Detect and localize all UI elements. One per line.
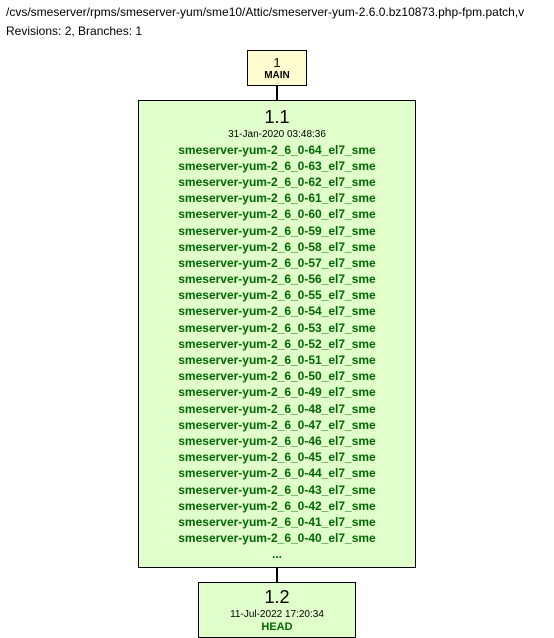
revision-node-1-2[interactable]: 1.2 11-Jul-2022 17:20:34 HEAD xyxy=(198,582,356,638)
revision-tag: smeserver-yum-2_6_0-61_el7_sme xyxy=(147,190,407,206)
revision-tag: smeserver-yum-2_6_0-59_el7_sme xyxy=(147,223,407,239)
branch-node-main[interactable]: 1 MAIN xyxy=(247,50,307,86)
revision-tag: smeserver-yum-2_6_0-53_el7_sme xyxy=(147,320,407,336)
revision-tag: smeserver-yum-2_6_0-58_el7_sme xyxy=(147,239,407,255)
revision-tag: smeserver-yum-2_6_0-54_el7_sme xyxy=(147,303,407,319)
revision-date: 11-Jul-2022 17:20:34 xyxy=(207,609,347,620)
revision-tag: smeserver-yum-2_6_0-50_el7_sme xyxy=(147,368,407,384)
page-header: /cvs/smeserver/rpms/smeserver-yum/sme10/… xyxy=(0,0,554,44)
revision-tag: smeserver-yum-2_6_0-55_el7_sme xyxy=(147,287,407,303)
branch-number: 1 xyxy=(258,55,296,70)
revisions-meta: Revisions: 2, Branches: 1 xyxy=(6,23,548,40)
revision-tag: smeserver-yum-2_6_0-43_el7_sme xyxy=(147,482,407,498)
revision-tag: smeserver-yum-2_6_0-56_el7_sme xyxy=(147,271,407,287)
revision-tag: smeserver-yum-2_6_0-41_el7_sme xyxy=(147,514,407,530)
revision-version: 1.1 xyxy=(147,107,407,128)
revision-tag: smeserver-yum-2_6_0-45_el7_sme xyxy=(147,449,407,465)
revision-tag: smeserver-yum-2_6_0-47_el7_sme xyxy=(147,417,407,433)
revision-tag: smeserver-yum-2_6_0-44_el7_sme xyxy=(147,465,407,481)
revision-node-1-1[interactable]: 1.1 31-Jan-2020 03:48:36 smeserver-yum-2… xyxy=(138,100,416,569)
revision-tag: smeserver-yum-2_6_0-51_el7_sme xyxy=(147,352,407,368)
branch-label: MAIN xyxy=(258,70,296,81)
connector-line xyxy=(276,86,278,100)
revision-tag: smeserver-yum-2_6_0-57_el7_sme xyxy=(147,255,407,271)
revision-tag: smeserver-yum-2_6_0-46_el7_sme xyxy=(147,433,407,449)
revision-tag: smeserver-yum-2_6_0-48_el7_sme xyxy=(147,401,407,417)
revision-tag: smeserver-yum-2_6_0-64_el7_sme xyxy=(147,142,407,158)
revision-graph: 1 MAIN 1.1 31-Jan-2020 03:48:36 smeserve… xyxy=(0,44,554,638)
tags-ellipsis: ... xyxy=(147,547,407,561)
revision-version: 1.2 xyxy=(207,587,347,608)
file-path: /cvs/smeserver/rpms/smeserver-yum/sme10/… xyxy=(6,4,548,21)
revision-tag: smeserver-yum-2_6_0-49_el7_sme xyxy=(147,384,407,400)
revision-tag: smeserver-yum-2_6_0-40_el7_sme xyxy=(147,530,407,546)
revision-tag: smeserver-yum-2_6_0-63_el7_sme xyxy=(147,158,407,174)
revision-tag: smeserver-yum-2_6_0-60_el7_sme xyxy=(147,206,407,222)
revision-tags: smeserver-yum-2_6_0-64_el7_smesmeserver-… xyxy=(147,142,407,547)
revision-tag: smeserver-yum-2_6_0-42_el7_sme xyxy=(147,498,407,514)
revision-tag: smeserver-yum-2_6_0-52_el7_sme xyxy=(147,336,407,352)
head-label: HEAD xyxy=(207,621,347,633)
connector-line xyxy=(276,568,278,582)
revision-date: 31-Jan-2020 03:48:36 xyxy=(147,129,407,140)
revision-tag: smeserver-yum-2_6_0-62_el7_sme xyxy=(147,174,407,190)
